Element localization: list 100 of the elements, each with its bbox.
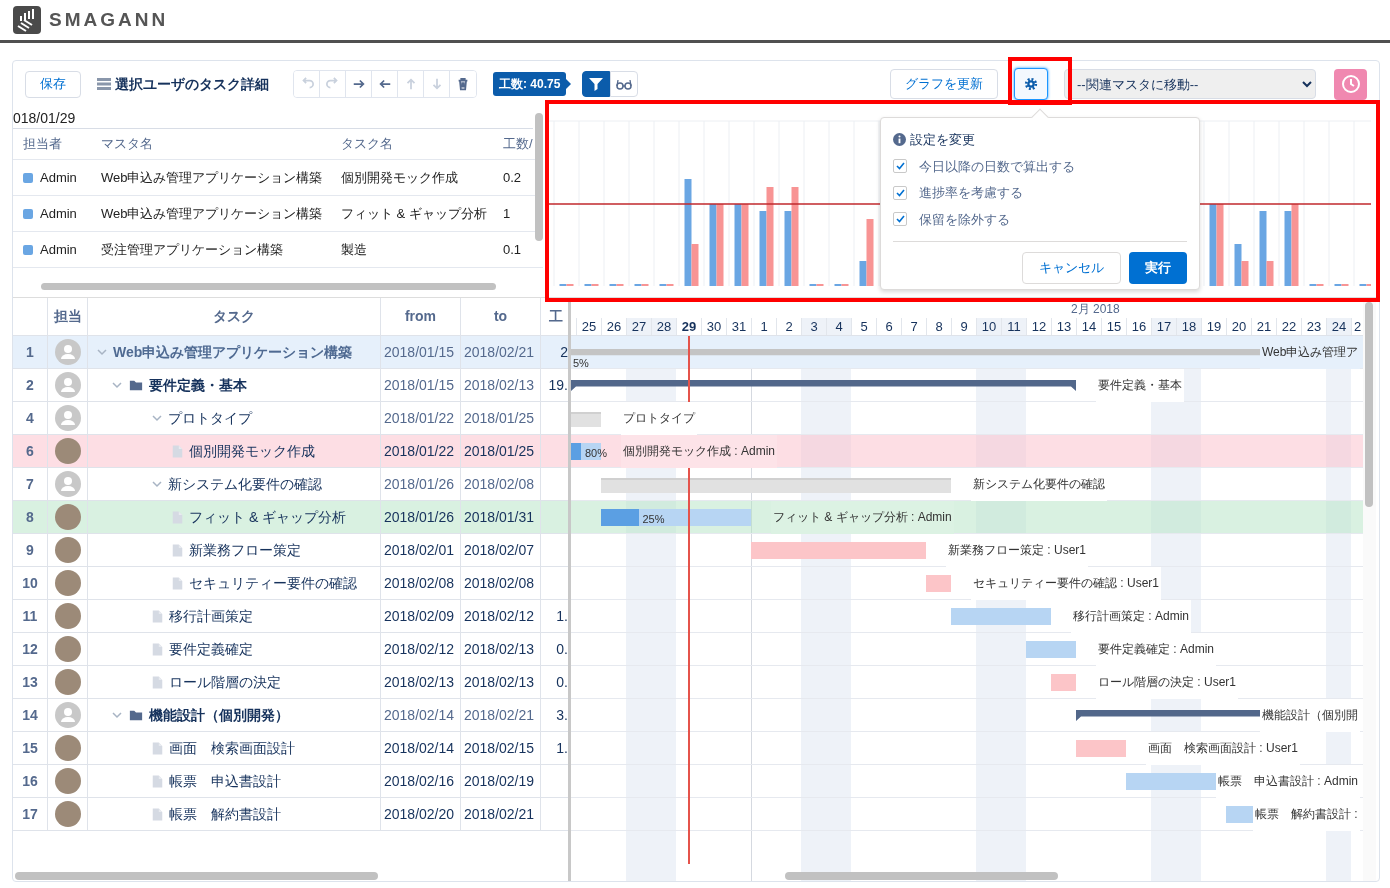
- apply-button[interactable]: 実行: [1129, 252, 1187, 284]
- master-name: Web申込み管理アプリケーション構築: [100, 168, 324, 187]
- table-row[interactable]: 17 帳票 解約書設計 2018/02/20 2018/02/21: [13, 798, 568, 831]
- row-number: 6: [13, 435, 48, 467]
- column-header: 工: [541, 298, 568, 335]
- start-date: 2018/02/09: [381, 600, 461, 632]
- file-icon: [171, 443, 184, 459]
- column-header: to: [461, 298, 541, 335]
- task-name: フィット & ギャップ分析: [340, 204, 488, 223]
- checkbox[interactable]: [893, 159, 907, 174]
- task-name: 帳票 解約書設計: [169, 804, 281, 824]
- row-number: 7: [13, 468, 48, 500]
- table-row[interactable]: 11 移行計画策定 2018/02/09 2018/02/12 1.: [13, 600, 568, 633]
- row-number: 16: [13, 765, 48, 797]
- checkbox[interactable]: [893, 212, 907, 227]
- effort-value: 1: [502, 204, 512, 223]
- chevron-icon[interactable]: [96, 346, 108, 358]
- table-row[interactable]: 14 機能設計（個別開発） 2018/02/14 2018/02/21 3.: [13, 699, 568, 732]
- scrollbar-thumb[interactable]: [41, 283, 496, 290]
- table-row[interactable]: 12 要件定義確定 2018/02/12 2018/02/13 0.: [13, 633, 568, 666]
- chevron-icon[interactable]: [151, 412, 163, 424]
- filter-button[interactable]: [582, 71, 611, 97]
- effort-value: 3.: [556, 705, 568, 725]
- row-number: 4: [13, 402, 48, 434]
- bar-label: 要件定義・基本: [1096, 369, 1184, 402]
- day-label: 5: [851, 318, 876, 335]
- column-header: マスタ名: [100, 135, 154, 154]
- popover-title: 設定を変更: [910, 131, 975, 149]
- scrollbar-thumb[interactable]: [535, 113, 543, 241]
- task-name: Web申込み管理アプリケーション構築: [113, 342, 353, 362]
- user-name: Admin: [40, 168, 77, 187]
- row-number: 17: [13, 798, 48, 830]
- bar-label: プロトタイプ: [621, 402, 697, 435]
- column-header: タスク: [88, 298, 381, 335]
- column-header: 工数/: [502, 135, 533, 154]
- day-label: 4: [826, 318, 851, 335]
- end-date: 2018/02/21: [461, 336, 541, 368]
- effort-value: 19.: [548, 375, 568, 395]
- master-name: 受注管理アプリケーション構築: [100, 240, 284, 259]
- day-label: 11: [1001, 318, 1026, 335]
- task-name: 個別開発モック作成: [189, 441, 315, 461]
- task-name: 画面 検索画面設計: [169, 738, 295, 758]
- master-select[interactable]: --関連マスタに移動--: [1064, 69, 1316, 99]
- table-row[interactable]: 8 フィット & ギャップ分析 2018/01/26 2018/01/31: [13, 501, 568, 534]
- day-label: 12: [1026, 318, 1051, 335]
- table-row[interactable]: 2 要件定義・基本 2018/01/15 2018/02/13 19.: [13, 369, 568, 402]
- day-label: 20: [1226, 318, 1251, 335]
- row-number: 14: [13, 699, 48, 731]
- undo-icon: [299, 77, 314, 91]
- day-label: 25: [576, 318, 601, 335]
- scrollbar-thumb[interactable]: [785, 872, 1058, 880]
- bar-label: 機能設計（個別開: [1260, 699, 1360, 732]
- trash-icon: [456, 77, 470, 91]
- chevron-icon[interactable]: [111, 709, 123, 721]
- row-number: 1: [13, 336, 48, 368]
- funnel-icon: [588, 76, 605, 92]
- date-label: 018/01/29: [13, 107, 533, 129]
- scrollbar-thumb[interactable]: [15, 872, 378, 880]
- scrollbar-thumb[interactable]: [1365, 302, 1373, 507]
- clock-button[interactable]: [1334, 68, 1367, 100]
- row-number: 10: [13, 567, 48, 599]
- task-name: 要件定義・基本: [149, 375, 247, 395]
- glasses-button[interactable]: [610, 71, 639, 97]
- table-row[interactable]: 4 プロトタイプ 2018/01/22 2018/01/25: [13, 402, 568, 435]
- task-name: ロール階層の決定: [169, 672, 281, 692]
- info-icon: [893, 133, 906, 147]
- option-label: 今日以降の日数で算出する: [919, 157, 1075, 176]
- end-date: 2018/02/13: [461, 666, 541, 698]
- file-icon: [151, 608, 164, 624]
- table-row[interactable]: 1 Web申込み管理アプリケーション構築 2018/01/15 2018/02/21 2: [13, 336, 568, 369]
- row-number: 13: [13, 666, 48, 698]
- panel-title: 選択ユーザのタスク詳細: [115, 74, 269, 94]
- settings-button[interactable]: [1014, 68, 1048, 100]
- table-row[interactable]: 10 セキュリティー要件の確認 2018/02/08 2018/02/08: [13, 567, 568, 600]
- table-row[interactable]: 7 新システム化要件の確認 2018/01/26 2018/02/08: [13, 468, 568, 501]
- start-date: 2018/01/26: [381, 501, 461, 533]
- table-row[interactable]: 15 画面 検索画面設計 2018/02/14 2018/02/15 1.: [13, 732, 568, 765]
- table-row[interactable]: 13 ロール階層の決定 2018/02/13 2018/02/13 0.: [13, 666, 568, 699]
- task-name: 個別開発モック作成: [340, 168, 459, 187]
- checkbox[interactable]: [893, 185, 907, 200]
- bar-label: 画面 検索画面設計 : User1: [1146, 732, 1300, 765]
- effort-value: 1.: [556, 606, 568, 626]
- start-date: 2018/01/22: [381, 435, 461, 467]
- day-label: 24: [1326, 318, 1351, 335]
- task-name: プロトタイプ: [168, 408, 252, 428]
- task-name: 機能設計（個別開発）: [149, 705, 289, 725]
- save-button[interactable]: 保存: [25, 70, 81, 98]
- start-date: 2018/02/08: [381, 567, 461, 599]
- table-row[interactable]: 6 個別開発モック作成 2018/01/22 2018/01/25: [13, 435, 568, 468]
- chevron-icon[interactable]: [151, 478, 163, 490]
- progress-label: 25%: [642, 512, 665, 527]
- left-arrow-icon: [377, 77, 392, 91]
- effort-value: 0.2: [502, 168, 523, 187]
- effort-value: 1.: [556, 738, 568, 758]
- update-chart-button[interactable]: グラフを更新: [890, 69, 998, 99]
- cancel-button[interactable]: キャンセル: [1022, 252, 1121, 284]
- table-row[interactable]: 16 帳票 申込書設計 2018/02/16 2018/02/19: [13, 765, 568, 798]
- chevron-icon[interactable]: [111, 379, 123, 391]
- day-label: 22: [1276, 318, 1301, 335]
- table-row[interactable]: 9 新業務フロー策定 2018/02/01 2018/02/07: [13, 534, 568, 567]
